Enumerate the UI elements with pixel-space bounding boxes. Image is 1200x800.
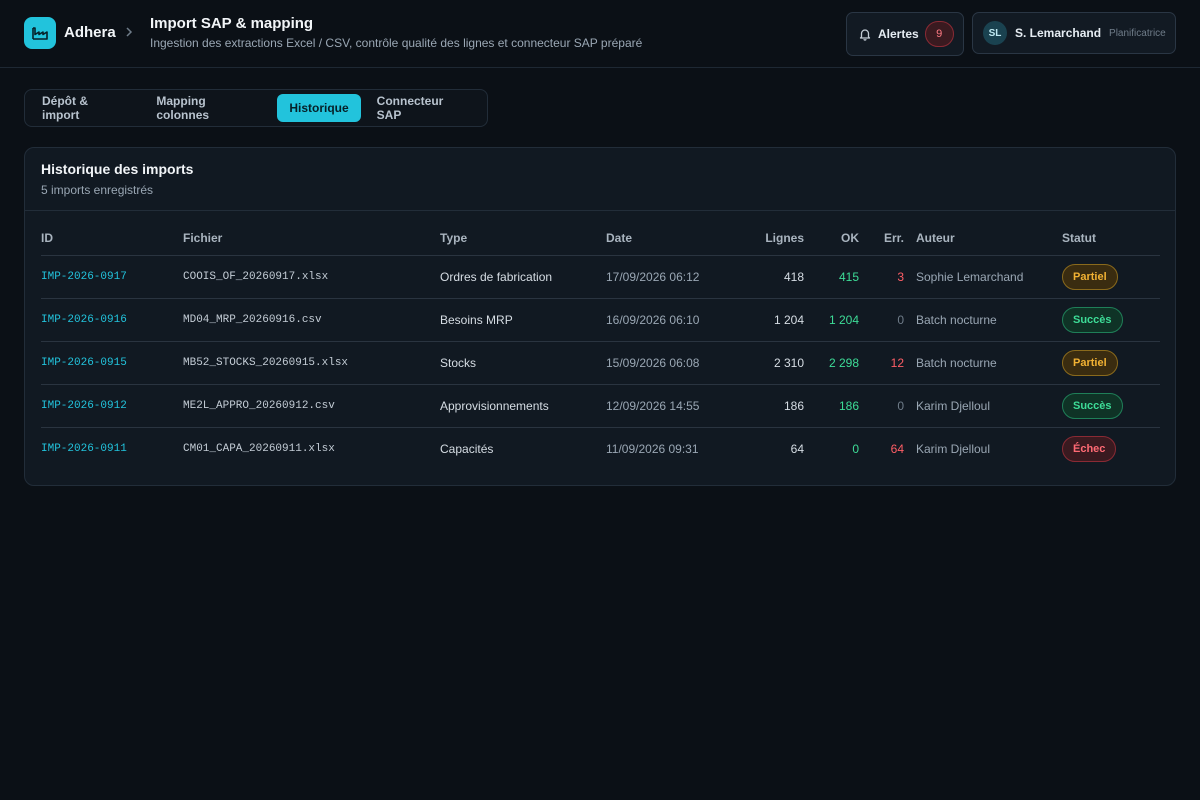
brand-name[interactable]: Adhera [64,24,116,41]
import-id-link[interactable]: IMP-2026-0915 [41,341,183,385]
table-row[interactable]: IMP-2026-0915 MB52_STOCKS_20260915.xlsx … [41,341,1160,385]
col-header-status[interactable]: Statut [1062,221,1160,256]
page-subtitle: Ingestion des extractions Excel / CSV, c… [150,36,643,50]
card-subtitle: 5 imports enregistrés [41,183,154,197]
factory-icon[interactable] [24,17,56,49]
status-cell: Partiel [1062,255,1160,299]
import-type: Approvisionnements [440,384,606,428]
tab-historique[interactable]: Historique [277,94,361,122]
status-cell: Succès [1062,384,1160,428]
author: Batch nocturne [904,341,1062,385]
top-bar: Adhera Import SAP & mapping Ingestion de… [0,0,1200,68]
chevron-right-icon [126,27,133,37]
error-count: 3 [859,255,904,299]
user-name: S. Lemarchand [1015,26,1102,40]
error-count: 0 [859,298,904,342]
status-cell: Succès [1062,298,1160,342]
import-type: Besoins MRP [440,298,606,342]
import-type: Stocks [440,341,606,385]
col-header-ok[interactable]: OK [804,221,859,256]
card-header: Historique des imports 5 imports enregis… [25,148,1175,211]
status-cell: Partiel [1062,341,1160,385]
import-id-link[interactable]: IMP-2026-0911 [41,427,183,470]
ok-count: 1 204 [804,298,859,342]
import-date: 12/09/2026 14:55 [606,384,736,428]
file-name: COOIS_OF_20260917.xlsx [183,255,440,299]
page-title: Import SAP & mapping [150,15,314,32]
ok-count: 415 [804,255,859,299]
table-row[interactable]: IMP-2026-0912 ME2L_APPRO_20260912.csv Ap… [41,384,1160,428]
import-id-link[interactable]: IMP-2026-0916 [41,298,183,342]
alerts-button[interactable]: Alertes 9 [846,12,964,56]
file-name: MD04_MRP_20260916.csv [183,298,440,342]
line-count: 186 [736,384,804,428]
import-history-table: ID Fichier Type Date Lignes OK Err. Aute… [41,221,1160,470]
user-menu-button[interactable]: SL S. Lemarchand Planificatrice [972,12,1176,54]
status-badge: Échec [1062,435,1117,462]
col-header-id[interactable]: ID [41,221,183,256]
col-header-type[interactable]: Type [440,221,606,256]
card-title: Historique des imports [41,161,194,177]
import-date: 15/09/2026 06:08 [606,341,736,385]
status-badge: Succès [1062,392,1123,419]
file-name: ME2L_APPRO_20260912.csv [183,384,440,428]
col-header-err[interactable]: Err. [859,221,904,256]
user-role: Planificatrice [1109,27,1166,39]
tab-depot-import[interactable]: Dépôt & import [30,94,140,122]
file-name: MB52_STOCKS_20260915.xlsx [183,341,440,385]
line-count: 64 [790,441,804,456]
col-header-lines[interactable]: Lignes [736,221,804,256]
import-id-link[interactable]: IMP-2026-0917 [41,255,183,299]
table-header-row: ID Fichier Type Date Lignes OK Err. Aute… [41,221,1160,256]
status-cell: Échec [1062,427,1160,470]
import-id-link[interactable]: IMP-2026-0912 [41,384,183,428]
error-count: 64 [890,441,904,456]
import-type: Ordres de fabrication [440,255,606,299]
status-badge: Partiel [1062,263,1118,290]
import-date: 17/09/2026 06:12 [606,255,736,299]
table-row[interactable]: IMP-2026-0917 COOIS_OF_20260917.xlsx Ord… [41,255,1160,299]
line-count: 418 [736,255,804,299]
author: Sophie Lemarchand [904,255,1062,299]
alerts-count-badge: 9 [924,21,954,47]
import-date: 11/09/2026 09:31 [606,441,699,456]
ok-count: 2 298 [804,341,859,385]
author: Karim Djelloul [904,384,1062,428]
tab-bar: Dépôt & import Mapping colonnes Historiq… [24,89,488,127]
tab-connecteur-sap[interactable]: Connecteur SAP [365,94,483,122]
tab-mapping-colonnes[interactable]: Mapping colonnes [144,94,273,122]
table-row[interactable]: IMP-2026-0916 MD04_MRP_20260916.csv Beso… [41,298,1160,342]
avatar: SL [983,21,1007,45]
error-count: 12 [859,341,904,385]
import-history-card: Historique des imports 5 imports enregis… [24,147,1176,486]
col-header-date[interactable]: Date [606,221,736,256]
table-row[interactable]: IMP-2026-0911 CM01_CAPA_20260911.xlsx Ca… [41,427,1160,470]
import-date: 16/09/2026 06:10 [606,298,736,342]
import-type: Capacités [440,441,494,456]
alerts-label: Alertes [878,27,919,41]
status-badge: Partiel [1062,349,1118,376]
ok-count: 0 [852,441,859,456]
line-count: 1 204 [736,298,804,342]
bell-icon [859,29,871,41]
error-count: 0 [859,384,904,428]
col-header-author[interactable]: Auteur [904,221,1062,256]
col-header-file[interactable]: Fichier [183,221,440,256]
author: Batch nocturne [904,298,1062,342]
ok-count: 186 [804,384,859,428]
author: Karim Djelloul [916,441,991,456]
file-name: CM01_CAPA_20260911.xlsx [183,442,335,455]
line-count: 2 310 [736,341,804,385]
status-badge: Succès [1062,306,1123,333]
